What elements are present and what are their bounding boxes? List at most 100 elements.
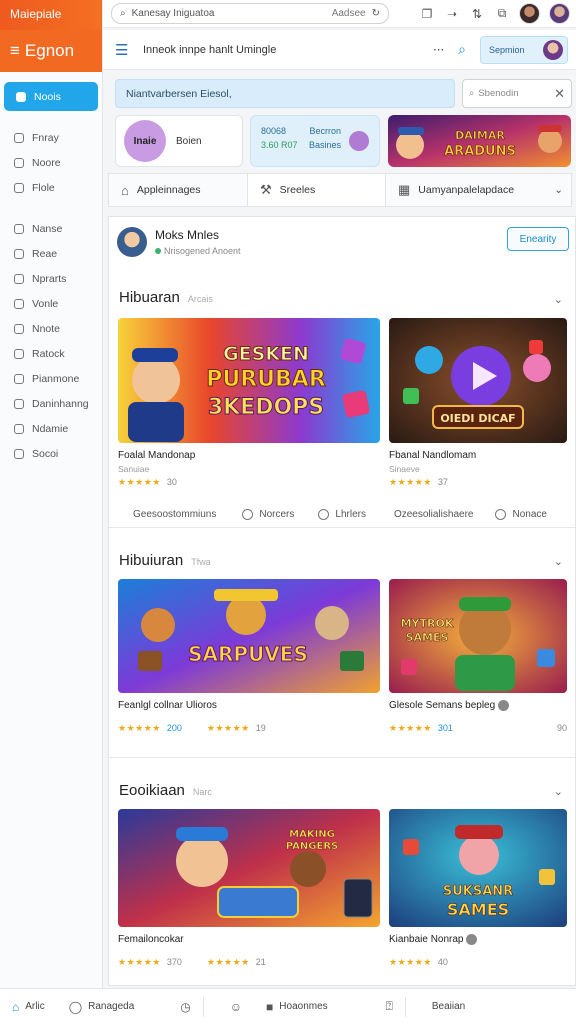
chevron-down-icon[interactable]: ⌄ [554, 785, 563, 798]
search-icon: ⌕ [120, 8, 126, 19]
sidebar-item-noore[interactable]: Noore [0, 150, 102, 175]
sidebar-item-vonle[interactable]: Vonle [0, 291, 102, 316]
sidebar-item-ndamie[interactable]: Ndamie [0, 416, 102, 441]
action-row: Geesoostommiuns Norcers Lhrlers Ozeesoli… [109, 503, 575, 525]
sidebar-item-flole[interactable]: Flole [0, 175, 102, 200]
sidebar-item-pianmone[interactable]: Pianmone [0, 366, 102, 391]
chat-icon [14, 248, 24, 259]
quick-card-profile[interactable]: Inaie Boien [115, 115, 243, 167]
rating-count: 19 [255, 723, 266, 733]
game-title: Fbanal Nandlomam [389, 450, 477, 461]
sidebar-item-nprarts[interactable]: Nprarts [0, 266, 102, 291]
sidebar-item-noois[interactable]: Noois [4, 82, 98, 111]
action-item[interactable]: Lhrlers [318, 508, 366, 520]
sidebar-item-label: Daninhanng [32, 397, 89, 410]
chevron-down-icon[interactable]: ⌄ [554, 293, 563, 306]
more-icon[interactable]: ⋯ [433, 43, 444, 56]
copy-icon[interactable]: ❐ [419, 7, 435, 21]
action-item[interactable]: Norcers [242, 508, 294, 520]
bottom-nav: ⌂ Arlic ◯ Ranageda ◷ ☺ ■ Hoaonmes ⍰ Beaiian [0, 988, 576, 1024]
svg-text:PURUBAR: PURUBAR [206, 367, 326, 392]
calendar-icon: ▦ [398, 182, 411, 197]
triangle-icon [14, 223, 24, 234]
tab-sreeles[interactable]: ⚒ Sreeles [247, 174, 385, 206]
avatar[interactable] [117, 227, 147, 257]
quick-card-stats[interactable]: 80068 Becrron 3.60 R07 Basines [250, 115, 380, 167]
bottom-nav-chat[interactable]: ◯ Ranageda [57, 989, 147, 1024]
address-bar[interactable]: ⌕ Kanesay Iniguatoa Aadsee ↻ [111, 3, 389, 24]
action-item[interactable]: Geesoostommiuns [133, 509, 216, 520]
search-icon: ⌕ [469, 88, 475, 99]
bottom-nav-timer[interactable]: ◷ [168, 989, 202, 1024]
svg-text:OIEDI DICAF: OIEDI DICAF [440, 412, 515, 425]
sidebar-item-nnote[interactable]: Nnote [0, 316, 102, 341]
bottom-nav-hoaonmes[interactable]: ■ Hoaonmes [254, 989, 340, 1024]
rating-count: 301 [437, 723, 453, 734]
lock-icon [14, 348, 24, 359]
bottom-nav-home[interactable]: ⌂ Arlic [0, 989, 57, 1024]
app-toolbar: ☰ Inneok innpe hanlt Umingle ⋯ ⌕ Sepmion [103, 30, 576, 70]
sidebar-item-reae[interactable]: Reae [0, 241, 102, 266]
sidebar-item-label: Ndamie [32, 422, 69, 435]
sidebar-item-label: Noois [34, 90, 61, 103]
tab-label: Sreeles [279, 184, 316, 196]
sidebar-item-nanse[interactable]: Nanse [0, 216, 102, 241]
sidebar-item-label: Fnray [32, 131, 59, 144]
section-hint: Tfwa [191, 557, 211, 567]
stat-dot-icon [349, 131, 369, 151]
share-icon[interactable]: ⇅ [469, 7, 485, 21]
puzzle-icon: ⌂ [121, 182, 129, 198]
star-rating: ★★★★★ 37 [389, 477, 448, 487]
brand-top-label: Maiepiale [0, 0, 102, 30]
profile-pill[interactable]: Sepmion [480, 35, 568, 64]
game-thumbnail: OIEDI DICAF [389, 318, 567, 443]
chevron-down-icon[interactable]: ⌄ [554, 555, 563, 568]
sidebar-item-daninhanng[interactable]: Daninhanng [0, 391, 102, 416]
action-item[interactable]: Nonace [495, 508, 547, 520]
game-card[interactable]: OIEDI DICAF Fbanal Nandlomam Sinaeve ★★★… [389, 318, 567, 488]
game-card[interactable]: SUKSANR SAMES Kianbaie Nonrap ★★★★★ 40 [389, 809, 567, 968]
extra-count: 90 [556, 723, 567, 734]
avatar[interactable] [519, 3, 540, 24]
rating-count: 40 [437, 957, 448, 968]
browser-bar: ⌕ Kanesay Iniguatoa Aadsee ↻ ❐ ➝ ⇅ ⧉ [103, 0, 576, 28]
arrow-icon[interactable]: ➝ [444, 7, 460, 21]
game-card[interactable]: GESKEN PURUBAR 3KEDOPS Foalal Mandonap S… [118, 318, 380, 488]
bottom-nav-beaiian[interactable]: Beaiian [420, 989, 477, 1024]
sidebar-item-label: Flole [32, 181, 55, 194]
game-card[interactable]: SARPUVES Feanlgl collnar Ulioros ★★★★★ 20… [118, 579, 380, 734]
close-icon[interactable]: ✕ [554, 86, 565, 102]
sidebar-item-fnray[interactable]: Fnray [0, 125, 102, 150]
game-card[interactable]: MYTROK SAMES Glesole Semans bepleg ★★★★★… [389, 579, 567, 734]
game-thumbnail: MAKING PANGERS [118, 809, 380, 927]
stat-value: 3.60 R07 [261, 140, 298, 150]
bottom-nav-help[interactable]: ⍰ [374, 989, 405, 1024]
url-right-text: Aadsee [331, 8, 366, 19]
menu-icon[interactable]: ☰ [115, 41, 133, 59]
sidebar-item-ratock[interactable]: Ratock [0, 341, 102, 366]
game-card[interactable]: MAKING PANGERS Femailoncokar ★★★★★ 370 ★★… [118, 809, 380, 968]
game-title: Glesole Semans bepleg [389, 700, 567, 711]
game-subtitle: Sinaeve [389, 464, 420, 474]
circle-icon [242, 508, 254, 520]
quick-card-label: Boien [176, 135, 202, 147]
game-thumbnail: SUKSANR SAMES [389, 809, 567, 927]
chevron-down-icon[interactable]: ⌄ [554, 184, 563, 196]
search-input[interactable]: ⌕ Sbenodin ✕ [462, 79, 572, 108]
sidebar-item-socoi[interactable]: Socoi [0, 441, 102, 466]
brand-logo[interactable]: ≡ Egnon [0, 30, 102, 72]
tab-uamyan[interactable]: ▦ Uamyanpalelapdace ⌄ [385, 174, 571, 206]
notification-icon[interactable]: ⧉ [494, 6, 510, 21]
game-thumbnail: MYTROK SAMES [389, 579, 567, 693]
reload-icon[interactable]: ↻ [372, 8, 380, 19]
url-text: Kanesay Iniguatoa [131, 8, 215, 19]
home-icon [16, 91, 26, 102]
action-item[interactable]: Ozeesolialishaere [394, 509, 474, 520]
search-icon[interactable]: ⌕ [458, 41, 466, 58]
tab-appleinnages[interactable]: ⌂ Appleinnages [109, 174, 247, 206]
follow-button[interactable]: Enearity [507, 227, 569, 251]
quick-card-banner[interactable]: DAIMAR ARADUNS [388, 115, 571, 167]
bottom-nav-user[interactable]: ☺ [218, 989, 254, 1024]
profile-header: Moks Mnles Nrisogened Anoent [117, 227, 241, 257]
avatar[interactable] [549, 3, 570, 24]
